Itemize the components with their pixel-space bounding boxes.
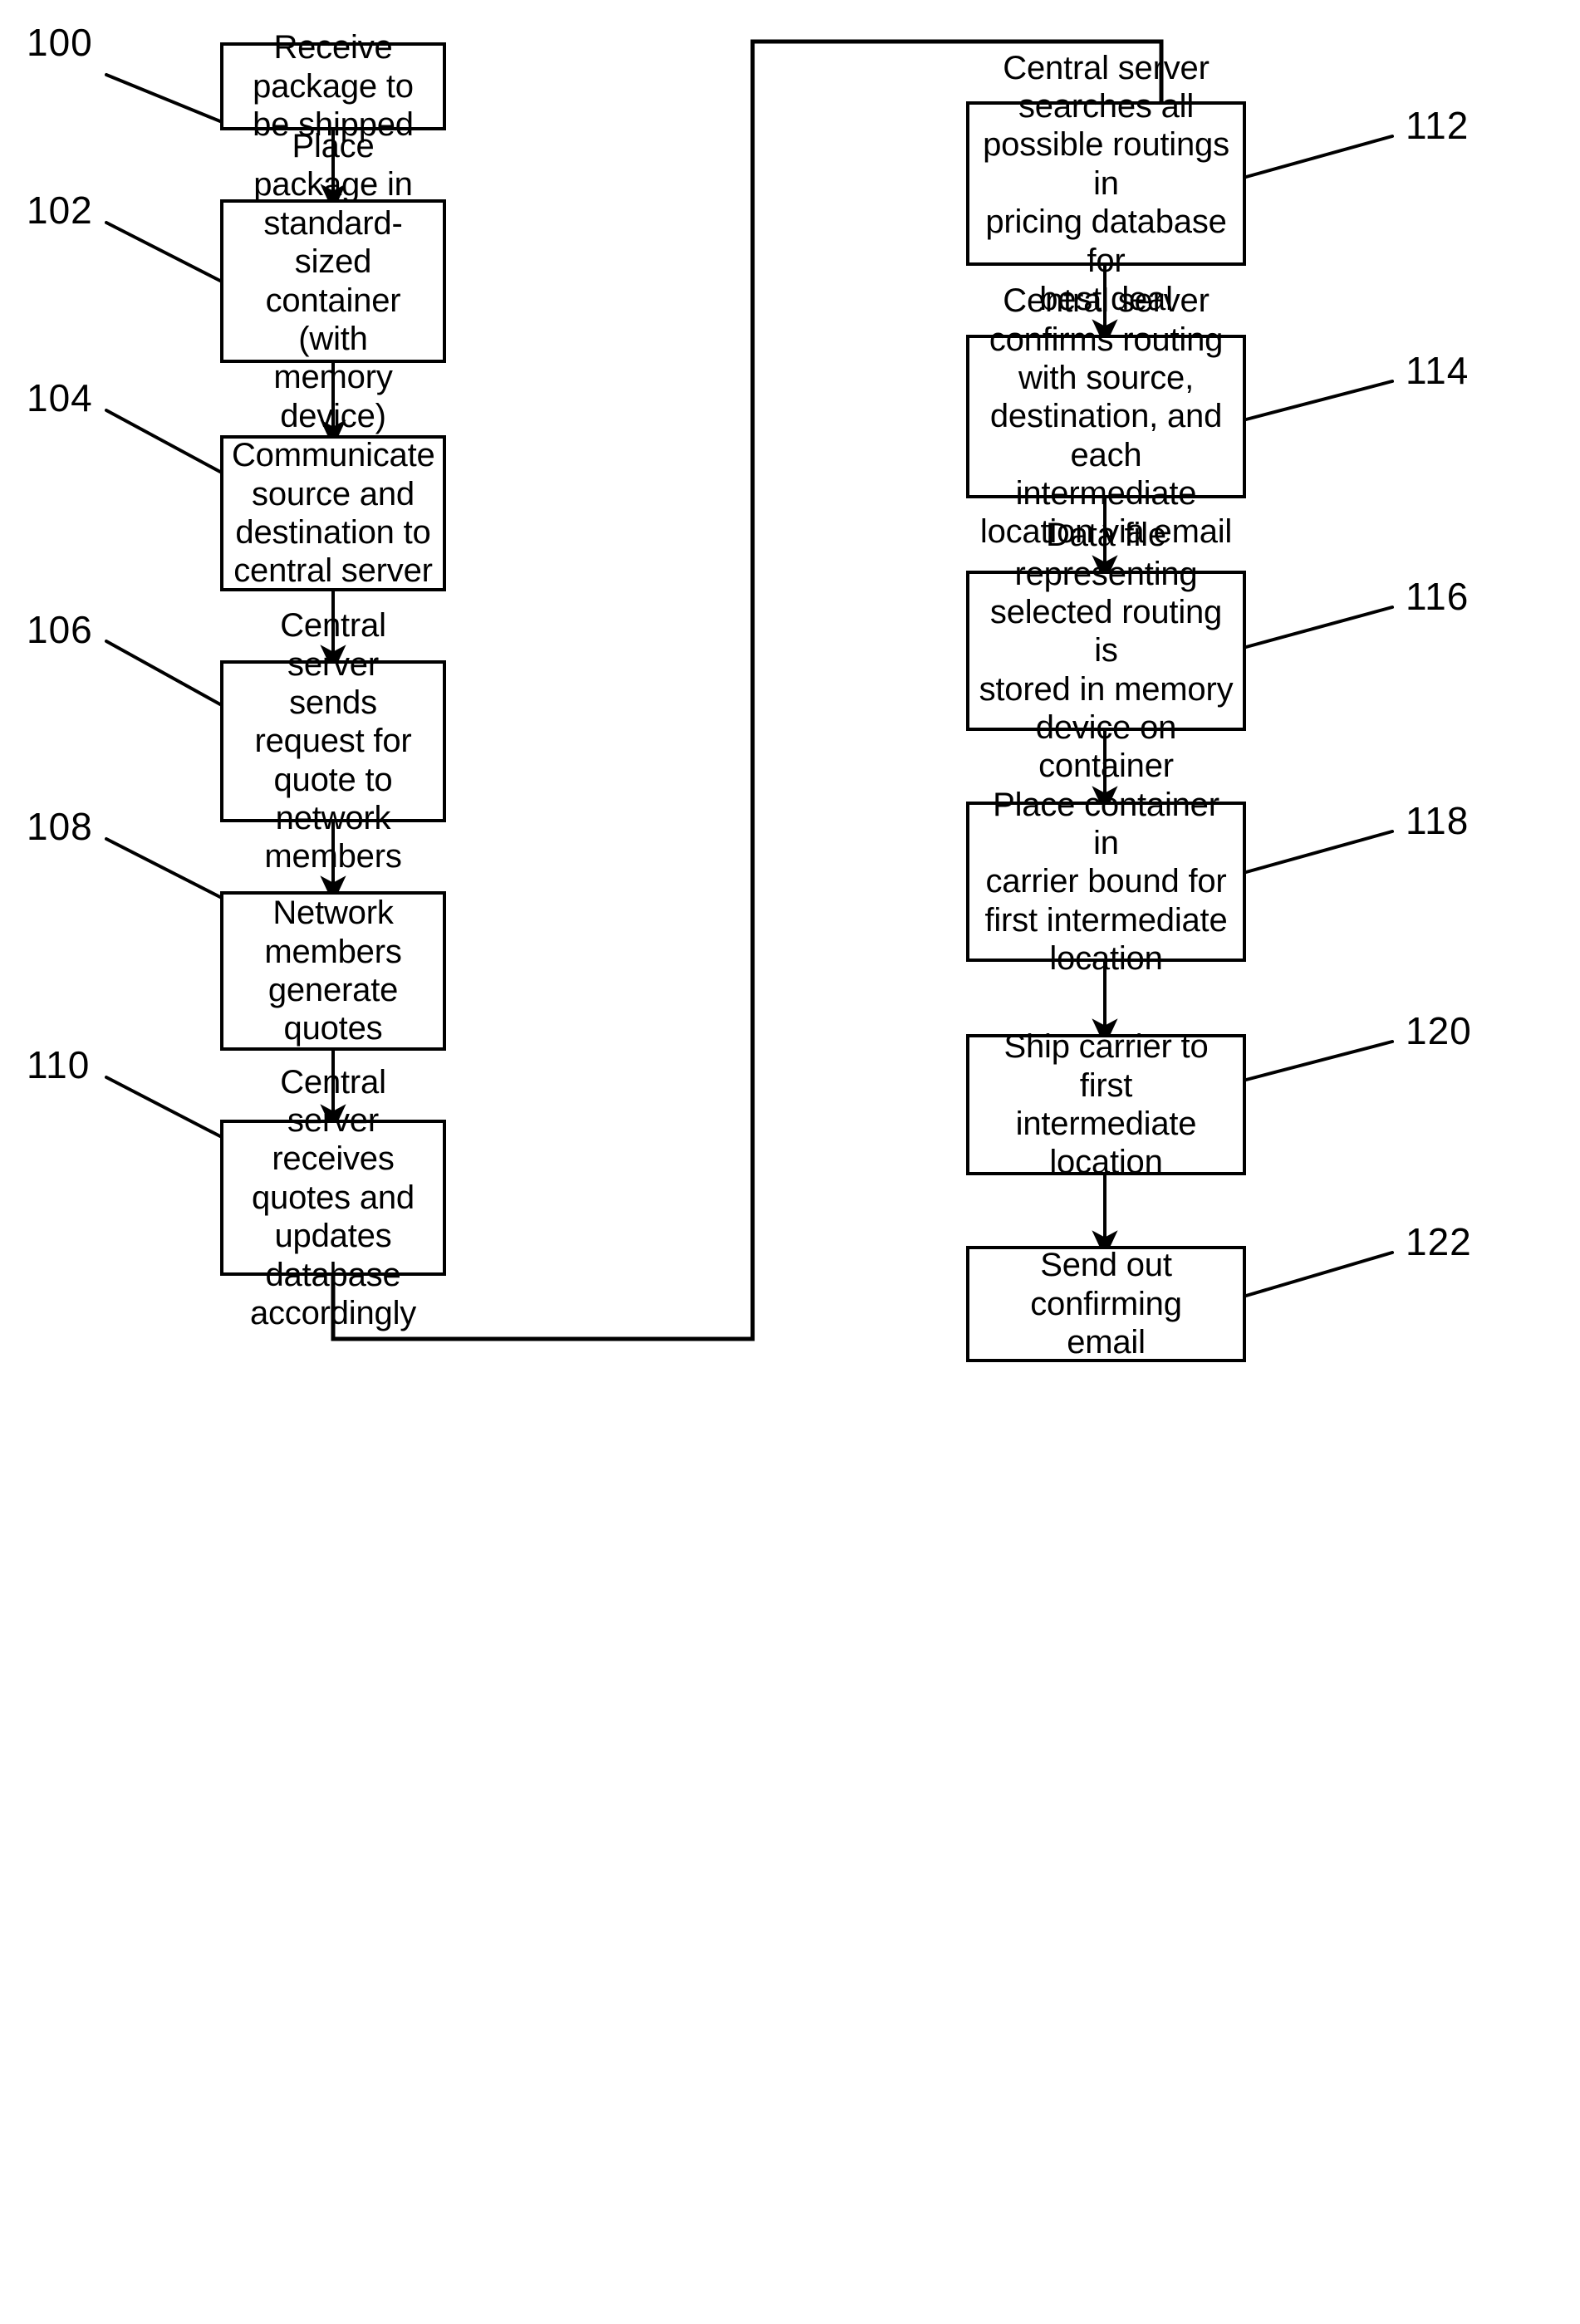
process-box-110: Central server receives quotes and updat… [220,1064,446,1331]
process-box-114: Central server confirms routing with sou… [966,282,1246,550]
reference-numeral-110: 110 [27,1043,91,1086]
leader-line-116 [1244,606,1394,649]
reference-numeral-118: 118 [1406,799,1470,842]
process-box-100: Receive package to be shipped [220,29,446,143]
process-box-label: Central server sends request for quote t… [254,607,412,875]
process-box-116: Data file representing selected routing … [966,517,1246,784]
process-box-label: Data file representing selected routing … [979,517,1234,785]
process-box-108: Network members generate quotes [220,891,446,1051]
reference-numeral-106: 106 [27,608,93,651]
reference-numeral-100: 100 [27,21,93,64]
process-box-104: Communicate source and destination to ce… [220,435,446,591]
process-box-120: Ship carrier to first intermediate locat… [966,1028,1246,1180]
leader-line-106 [105,640,222,706]
leader-line-100 [105,73,222,123]
reference-numeral-116: 116 [1406,575,1470,618]
process-box-label: Communicate source and destination to ce… [232,437,435,590]
leader-line-112 [1244,135,1394,179]
leader-line-108 [105,837,222,899]
leader-line-114 [1244,380,1394,421]
process-box-label: Central server confirms routing with sou… [979,282,1233,551]
reference-numeral-120: 120 [1406,1009,1472,1052]
leader-line-110 [105,1076,222,1138]
leader-line-118 [1244,830,1394,874]
process-box-label: Ship carrier to first intermediate locat… [1003,1028,1209,1181]
reference-numeral-108: 108 [27,805,93,848]
process-box-label: Network members generate quotes [264,895,402,1047]
reference-numeral-112: 112 [1406,104,1470,147]
leader-line-122 [1244,1251,1394,1297]
leader-line-104 [105,409,222,473]
process-box-label: Send out confirming email [1030,1247,1182,1361]
reference-numeral-102: 102 [27,189,93,232]
reference-numeral-104: 104 [27,376,93,419]
leader-line-120 [1244,1040,1394,1081]
process-box-label: Place package in standard-sized containe… [253,127,413,434]
process-box-118: Place container in carrier bound for fir… [966,787,1246,977]
process-box-label: Central server receives quotes and updat… [249,1063,417,1331]
reference-numeral-122: 122 [1406,1220,1472,1263]
process-box-122: Send out confirming email [966,1246,1246,1362]
process-box-102: Place package in standard-sized containe… [220,128,446,434]
leader-line-102 [105,221,222,282]
process-box-112: Central server searches all possible rou… [966,50,1246,317]
flowchart-canvas: Receive package to be shipped Place packa… [0,0,1580,2324]
process-box-label: Place container in carrier bound for fir… [984,786,1228,978]
process-box-106: Central server sends request for quote t… [220,607,446,875]
reference-numeral-114: 114 [1406,349,1470,392]
process-box-label: Central server searches all possible rou… [983,49,1229,317]
